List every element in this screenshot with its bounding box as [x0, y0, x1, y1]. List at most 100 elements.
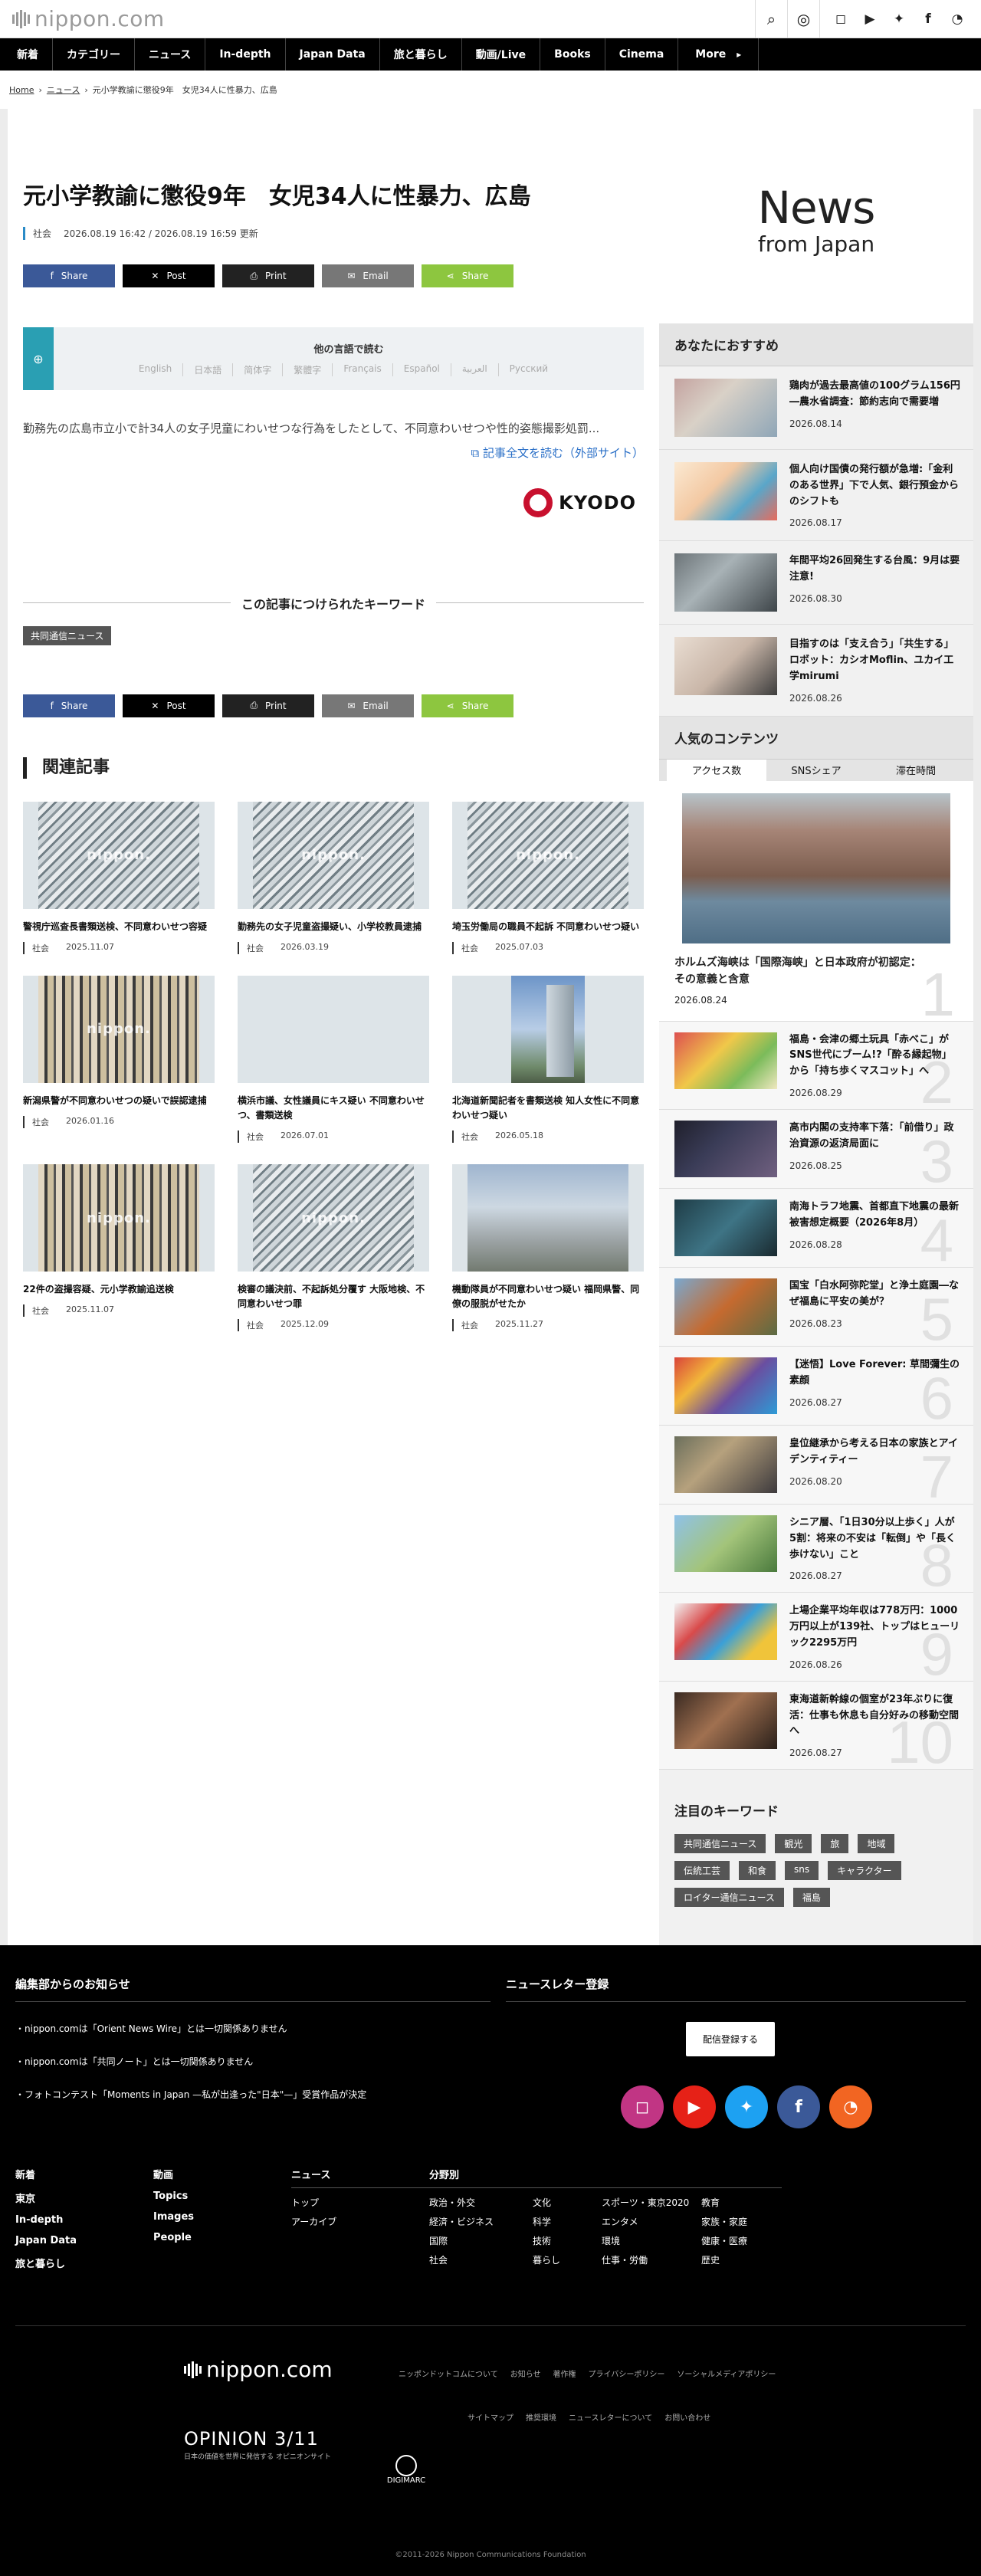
- keyword-tag[interactable]: 共同通信ニュース: [674, 1834, 766, 1854]
- footer-meta-link[interactable]: 推奨環境: [526, 2411, 556, 2423]
- nav-item-japan-data[interactable]: Japan Data: [286, 38, 380, 71]
- site-logo[interactable]: nippon.com: [12, 6, 165, 31]
- popular-item[interactable]: 国宝「白水阿弥陀堂」と浄土庭園―なぜ福島に平安の美が？ 2026.08.23 5: [659, 1267, 973, 1349]
- footer-link[interactable]: トップ: [291, 2196, 429, 2209]
- x-post-button[interactable]: ✕ Post: [123, 694, 215, 717]
- lang-simplified-chinese[interactable]: 简体字: [244, 363, 284, 376]
- related-card[interactable]: 北海道新聞記者を書類送検 知人女性に不同意わいせつ疑い 社会 2026.05.18: [452, 975, 644, 1144]
- keyword-tag[interactable]: ロイター通信ニュース: [674, 1888, 784, 1908]
- footer-meta-link[interactable]: プライバシーポリシー: [589, 2368, 665, 2379]
- facebook-icon[interactable]: f: [920, 11, 937, 27]
- notice-item[interactable]: ・nippon.comは「Orient News Wire」とは一切関係ありませ…: [15, 2022, 490, 2035]
- email-button[interactable]: ✉ Email: [322, 264, 414, 287]
- lang-traditional-chinese[interactable]: 繁體字: [294, 363, 333, 376]
- notice-item[interactable]: ・フォトコンテスト「Moments in Japan —私が出逢った"日本"—」…: [15, 2088, 490, 2101]
- tab-stay-time[interactable]: 滞在時間: [866, 760, 966, 781]
- footer-link[interactable]: エンタメ: [602, 2215, 701, 2228]
- footer-link[interactable]: 技術: [533, 2234, 602, 2247]
- footer-link[interactable]: 暮らし: [533, 2253, 602, 2266]
- popular-item[interactable]: 南海トラフ地震、首都直下地震の最新被害想定概要（2026年8月） 2026.08.…: [659, 1188, 973, 1270]
- print-button[interactable]: ⎙ Print: [222, 264, 314, 287]
- popular-item-1[interactable]: ホルムズ海峡は「国際海峡」と日本政府が初認定：その意義と含意 2026.08.2…: [659, 780, 973, 1025]
- footer-link[interactable]: 経済・ビジネス: [429, 2215, 533, 2228]
- rss-icon[interactable]: ◔: [949, 11, 966, 27]
- related-card[interactable]: 機動隊員が不同意わいせつ疑い 福岡県警、同僚の服脱がせたか 社会 2025.11.…: [452, 1164, 644, 1332]
- related-card[interactable]: nippon. 勤務先の女子児童盗撮疑い、小学校教員逮捕 社会 2026.03.1…: [238, 801, 429, 954]
- footer-link[interactable]: 教育: [701, 2196, 778, 2209]
- keyword-tag[interactable]: 共同通信ニュース: [23, 625, 112, 645]
- popular-item[interactable]: 高市内閣の支持率下落：「前借り」政治資源の返済局面に 2026.08.25 3: [659, 1109, 973, 1191]
- related-card[interactable]: 横浜市議、女性議員にキス疑い 不同意わいせつ、書類送検 社会 2026.07.01: [238, 975, 429, 1144]
- lang-spanish[interactable]: Español: [404, 363, 451, 376]
- breadcrumb-news[interactable]: ニュース: [47, 84, 80, 96]
- recommend-item[interactable]: 個人向け国債の発行額が急増:「金利のある世界」下で人気、銀行預金からのシフトも 2…: [659, 450, 973, 542]
- footer-meta-link[interactable]: お知らせ: [510, 2368, 541, 2379]
- recommend-item[interactable]: 年間平均26回発生する台風：9月は要注意! 2026.08.30: [659, 541, 973, 625]
- footer-meta-link[interactable]: ニュースレターについて: [569, 2411, 652, 2423]
- print-button[interactable]: ⎙ Print: [222, 694, 314, 717]
- related-card[interactable]: nippon. 22件の盗撮容疑、元小学教諭追送検 社会 2025.11.07: [23, 1164, 215, 1331]
- nav-item-in-depth[interactable]: In-depth: [205, 38, 286, 71]
- notice-item[interactable]: ・nippon.comは「共同ノート」とは一切関係ありません: [15, 2055, 490, 2068]
- tab-access[interactable]: アクセス数: [667, 759, 766, 781]
- instagram-icon[interactable]: ◻: [832, 11, 849, 27]
- footer-link[interactable]: 新着: [15, 2167, 153, 2181]
- youtube-icon[interactable]: ▶: [861, 11, 878, 27]
- instagram-icon[interactable]: ◻: [621, 2085, 664, 2129]
- nav-item-cinema[interactable]: Cinema: [605, 38, 679, 71]
- footer-link[interactable]: 東京: [15, 2190, 153, 2205]
- related-card[interactable]: nippon. 警視庁巡査長書類送検、不同意わいせつ容疑 社会 2025.11.0…: [23, 801, 215, 954]
- footer-link[interactable]: 旅と暮らし: [15, 2256, 153, 2270]
- footer-meta-link[interactable]: ニッポンドットコムについて: [399, 2368, 498, 2379]
- footer-meta-link[interactable]: ソーシャルメディアポリシー: [677, 2368, 776, 2379]
- footer-link[interactable]: 環境: [602, 2234, 701, 2247]
- nav-item-news[interactable]: ニュース: [135, 38, 206, 71]
- lang-russian[interactable]: Русский: [510, 363, 559, 376]
- footer-link[interactable]: 家族・家庭: [701, 2215, 778, 2228]
- footer-link[interactable]: 科学: [533, 2215, 602, 2228]
- read-full-link[interactable]: ⧉ 記事全文を読む（外部サイト）: [23, 445, 645, 461]
- popular-item[interactable]: 皇位継承から考える日本の家族とアイデンティティー 2026.08.20 7: [659, 1425, 973, 1507]
- news-from-japan-logo[interactable]: News from Japan: [659, 109, 973, 323]
- footer-link[interactable]: スポーツ・東京2020: [602, 2196, 701, 2209]
- keyword-tag[interactable]: キャラクター: [828, 1861, 901, 1881]
- footer-link[interactable]: 国際: [429, 2234, 533, 2247]
- newsletter-subscribe-button[interactable]: 配信登録する: [686, 2022, 776, 2057]
- tab-sns-share[interactable]: SNSシェア: [766, 760, 866, 781]
- keyword-tag[interactable]: 旅: [821, 1834, 849, 1854]
- nav-item-travel[interactable]: 旅と暮らし: [380, 38, 462, 71]
- keyword-tag[interactable]: sns: [785, 1861, 819, 1881]
- nav-item-books[interactable]: Books: [540, 38, 605, 71]
- facebook-share-button[interactable]: f Share: [23, 264, 115, 287]
- email-button[interactable]: ✉ Email: [322, 694, 414, 717]
- keyword-tag[interactable]: 和食: [739, 1861, 776, 1881]
- twitter-icon[interactable]: ✦: [891, 11, 907, 27]
- footer-link[interactable]: 政治・外交: [429, 2196, 533, 2209]
- footer-link[interactable]: Topics: [153, 2190, 291, 2202]
- footer-link[interactable]: 仕事・労働: [602, 2253, 701, 2266]
- footer-link[interactable]: In-depth: [15, 2214, 153, 2226]
- opinion-logo[interactable]: OPINION 3/11: [184, 2428, 399, 2450]
- keyword-tag[interactable]: 地域: [858, 1834, 895, 1854]
- keyword-tag[interactable]: 伝統工芸: [674, 1861, 730, 1881]
- nav-item-new[interactable]: 新着: [3, 38, 53, 71]
- facebook-icon[interactable]: f: [777, 2085, 820, 2129]
- popular-item[interactable]: 福島・会津の郷土玩具「赤べこ」がSNS世代にブーム!?「酔る縁起物」から「持ち歩…: [659, 1021, 973, 1112]
- footer-link[interactable]: 健康・医療: [701, 2234, 778, 2247]
- recommend-item[interactable]: 鶏肉が過去最高値の100グラム156円―農水省調査：節約志向で需要増 2026.0…: [659, 366, 973, 450]
- facebook-share-button[interactable]: f Share: [23, 694, 115, 717]
- popular-item[interactable]: 【迷悟】Love Forever: 草間彌生の素顔 2026.08.27 6: [659, 1346, 973, 1428]
- lang-arabic[interactable]: العربية: [462, 363, 499, 376]
- lang-french[interactable]: Français: [343, 363, 393, 376]
- popular-item[interactable]: 東海道新幹線の個室が23年ぶりに復活：仕事も休息も自分好みの移動空間へ 2026.…: [659, 1681, 973, 1772]
- globe-icon[interactable]: ◎: [787, 0, 819, 38]
- search-icon[interactable]: ⌕: [755, 0, 787, 38]
- related-card[interactable]: nippon. 埼玉労働局の職員不起訴 不同意わいせつ疑い 社会 2025.07.…: [452, 801, 644, 954]
- footer-link[interactable]: 歴史: [701, 2253, 778, 2266]
- footer-link[interactable]: 動画: [153, 2167, 291, 2181]
- twitter-icon[interactable]: ✦: [725, 2085, 768, 2129]
- footer-link[interactable]: Images: [153, 2211, 291, 2223]
- popular-item[interactable]: 上場企業平均年収は778万円：1000万円以上が139社、トップはヒューリック2…: [659, 1593, 973, 1684]
- footer-logo[interactable]: nippon.com: [184, 2357, 399, 2382]
- nav-item-category[interactable]: カテゴリー: [53, 38, 135, 71]
